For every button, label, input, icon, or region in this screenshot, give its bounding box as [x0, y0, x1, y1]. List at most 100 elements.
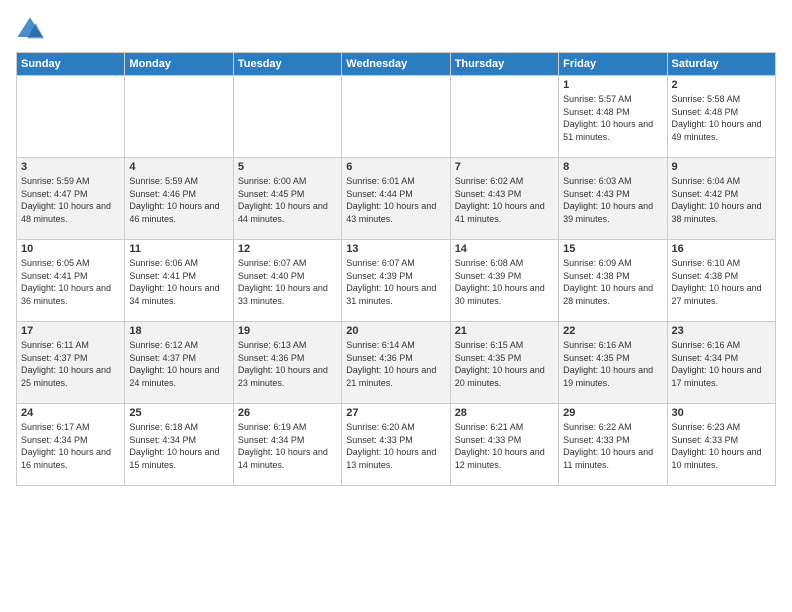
day-number: 19	[238, 325, 337, 337]
day-info: Sunrise: 6:15 AMSunset: 4:35 PMDaylight:…	[455, 339, 554, 389]
day-number: 29	[563, 407, 662, 419]
day-info: Sunrise: 6:00 AMSunset: 4:45 PMDaylight:…	[238, 175, 337, 225]
day-info: Sunrise: 6:16 AMSunset: 4:34 PMDaylight:…	[672, 339, 771, 389]
day-info: Sunrise: 6:10 AMSunset: 4:38 PMDaylight:…	[672, 257, 771, 307]
col-header-wednesday: Wednesday	[342, 53, 450, 76]
day-number: 12	[238, 243, 337, 255]
day-number: 26	[238, 407, 337, 419]
page: SundayMondayTuesdayWednesdayThursdayFrid…	[0, 0, 792, 612]
day-info: Sunrise: 6:08 AMSunset: 4:39 PMDaylight:…	[455, 257, 554, 307]
day-info: Sunrise: 5:59 AMSunset: 4:46 PMDaylight:…	[129, 175, 228, 225]
col-header-thursday: Thursday	[450, 53, 558, 76]
day-cell	[233, 76, 341, 158]
day-info: Sunrise: 6:07 AMSunset: 4:40 PMDaylight:…	[238, 257, 337, 307]
col-header-friday: Friday	[559, 53, 667, 76]
day-cell: 17 Sunrise: 6:11 AMSunset: 4:37 PMDayligh…	[17, 322, 125, 404]
day-number: 2	[672, 79, 771, 91]
day-info: Sunrise: 6:12 AMSunset: 4:37 PMDaylight:…	[129, 339, 228, 389]
day-number: 17	[21, 325, 120, 337]
day-number: 8	[563, 161, 662, 173]
day-number: 24	[21, 407, 120, 419]
day-number: 22	[563, 325, 662, 337]
logo	[16, 16, 48, 44]
day-number: 20	[346, 325, 445, 337]
day-cell	[450, 76, 558, 158]
day-number: 4	[129, 161, 228, 173]
day-cell: 18Sunrise: 6:12 AMSunset: 4:37 PMDayligh…	[125, 322, 233, 404]
day-info: Sunrise: 6:04 AMSunset: 4:42 PMDaylight:…	[672, 175, 771, 225]
day-info: Sunrise: 6:14 AMSunset: 4:36 PMDaylight:…	[346, 339, 445, 389]
day-cell: 11 Sunrise: 6:06 AMSunset: 4:41 PMDayligh…	[125, 240, 233, 322]
col-header-saturday: Saturday	[667, 53, 775, 76]
day-number: 23	[672, 325, 771, 337]
day-info: Sunrise: 5:59 AMSunset: 4:47 PMDaylight:…	[21, 175, 120, 225]
day-cell: 26 Sunrise: 6:19 AMSunset: 4:34 PMDayligh…	[233, 404, 341, 486]
day-cell: 25 Sunrise: 6:18 AMSunset: 4:34 PMDayligh…	[125, 404, 233, 486]
day-cell: 30 Sunrise: 6:23 AMSunset: 4:33 PMDayligh…	[667, 404, 775, 486]
day-number: 30	[672, 407, 771, 419]
day-info: Sunrise: 6:19 AMSunset: 4:34 PMDaylight:…	[238, 421, 337, 471]
day-number: 21	[455, 325, 554, 337]
day-cell	[125, 76, 233, 158]
day-info: Sunrise: 6:20 AMSunset: 4:33 PMDaylight:…	[346, 421, 445, 471]
day-cell: 27 Sunrise: 6:20 AMSunset: 4:33 PMDayligh…	[342, 404, 450, 486]
day-cell: 5 Sunrise: 6:00 AMSunset: 4:45 PMDaylight…	[233, 158, 341, 240]
day-cell	[17, 76, 125, 158]
day-info: Sunrise: 6:01 AMSunset: 4:44 PMDaylight:…	[346, 175, 445, 225]
day-cell: 29Sunrise: 6:22 AMSunset: 4:33 PMDayligh…	[559, 404, 667, 486]
day-number: 13	[346, 243, 445, 255]
day-info: Sunrise: 6:21 AMSunset: 4:33 PMDaylight:…	[455, 421, 554, 471]
col-header-tuesday: Tuesday	[233, 53, 341, 76]
day-info: Sunrise: 6:17 AMSunset: 4:34 PMDaylight:…	[21, 421, 120, 471]
day-info: Sunrise: 6:16 AMSunset: 4:35 PMDaylight:…	[563, 339, 662, 389]
col-header-monday: Monday	[125, 53, 233, 76]
day-cell: 20 Sunrise: 6:14 AMSunset: 4:36 PMDayligh…	[342, 322, 450, 404]
day-info: Sunrise: 6:13 AMSunset: 4:36 PMDaylight:…	[238, 339, 337, 389]
day-number: 3	[21, 161, 120, 173]
day-number: 11	[129, 243, 228, 255]
day-info: Sunrise: 6:05 AMSunset: 4:41 PMDaylight:…	[21, 257, 120, 307]
day-cell	[342, 76, 450, 158]
day-cell: 22 Sunrise: 6:16 AMSunset: 4:35 PMDayligh…	[559, 322, 667, 404]
day-info: Sunrise: 6:02 AMSunset: 4:43 PMDaylight:…	[455, 175, 554, 225]
day-info: Sunrise: 5:58 AMSunset: 4:48 PMDaylight:…	[672, 93, 771, 143]
day-cell: 21 Sunrise: 6:15 AMSunset: 4:35 PMDayligh…	[450, 322, 558, 404]
day-info: Sunrise: 5:57 AMSunset: 4:48 PMDaylight:…	[563, 93, 662, 143]
day-cell: 15Sunrise: 6:09 AMSunset: 4:38 PMDayligh…	[559, 240, 667, 322]
header	[16, 16, 776, 44]
day-cell: 16 Sunrise: 6:10 AMSunset: 4:38 PMDayligh…	[667, 240, 775, 322]
day-number: 25	[129, 407, 228, 419]
calendar-table: SundayMondayTuesdayWednesdayThursdayFrid…	[16, 52, 776, 486]
day-number: 27	[346, 407, 445, 419]
day-info: Sunrise: 6:11 AMSunset: 4:37 PMDaylight:…	[21, 339, 120, 389]
day-cell: 6 Sunrise: 6:01 AMSunset: 4:44 PMDaylight…	[342, 158, 450, 240]
day-info: Sunrise: 6:06 AMSunset: 4:41 PMDaylight:…	[129, 257, 228, 307]
day-cell: 8Sunrise: 6:03 AMSunset: 4:43 PMDaylight…	[559, 158, 667, 240]
week-row-1: 1 Sunrise: 5:57 AMSunset: 4:48 PMDaylight…	[17, 76, 776, 158]
day-info: Sunrise: 6:18 AMSunset: 4:34 PMDaylight:…	[129, 421, 228, 471]
day-number: 16	[672, 243, 771, 255]
day-cell: 1 Sunrise: 5:57 AMSunset: 4:48 PMDaylight…	[559, 76, 667, 158]
day-cell: 10 Sunrise: 6:05 AMSunset: 4:41 PMDayligh…	[17, 240, 125, 322]
week-row-2: 3 Sunrise: 5:59 AMSunset: 4:47 PMDaylight…	[17, 158, 776, 240]
day-cell: 12 Sunrise: 6:07 AMSunset: 4:40 PMDayligh…	[233, 240, 341, 322]
day-cell: 14 Sunrise: 6:08 AMSunset: 4:39 PMDayligh…	[450, 240, 558, 322]
day-cell: 28 Sunrise: 6:21 AMSunset: 4:33 PMDayligh…	[450, 404, 558, 486]
day-number: 5	[238, 161, 337, 173]
day-number: 9	[672, 161, 771, 173]
day-cell: 3 Sunrise: 5:59 AMSunset: 4:47 PMDaylight…	[17, 158, 125, 240]
day-number: 10	[21, 243, 120, 255]
day-cell: 7 Sunrise: 6:02 AMSunset: 4:43 PMDaylight…	[450, 158, 558, 240]
day-cell: 9 Sunrise: 6:04 AMSunset: 4:42 PMDaylight…	[667, 158, 775, 240]
day-cell: 2 Sunrise: 5:58 AMSunset: 4:48 PMDaylight…	[667, 76, 775, 158]
day-number: 14	[455, 243, 554, 255]
day-number: 6	[346, 161, 445, 173]
day-info: Sunrise: 6:09 AMSunset: 4:38 PMDaylight:…	[563, 257, 662, 307]
day-number: 28	[455, 407, 554, 419]
col-header-sunday: Sunday	[17, 53, 125, 76]
day-number: 7	[455, 161, 554, 173]
week-row-4: 17 Sunrise: 6:11 AMSunset: 4:37 PMDayligh…	[17, 322, 776, 404]
day-number: 1	[563, 79, 662, 91]
day-cell: 4 Sunrise: 5:59 AMSunset: 4:46 PMDaylight…	[125, 158, 233, 240]
day-info: Sunrise: 6:23 AMSunset: 4:33 PMDaylight:…	[672, 421, 771, 471]
